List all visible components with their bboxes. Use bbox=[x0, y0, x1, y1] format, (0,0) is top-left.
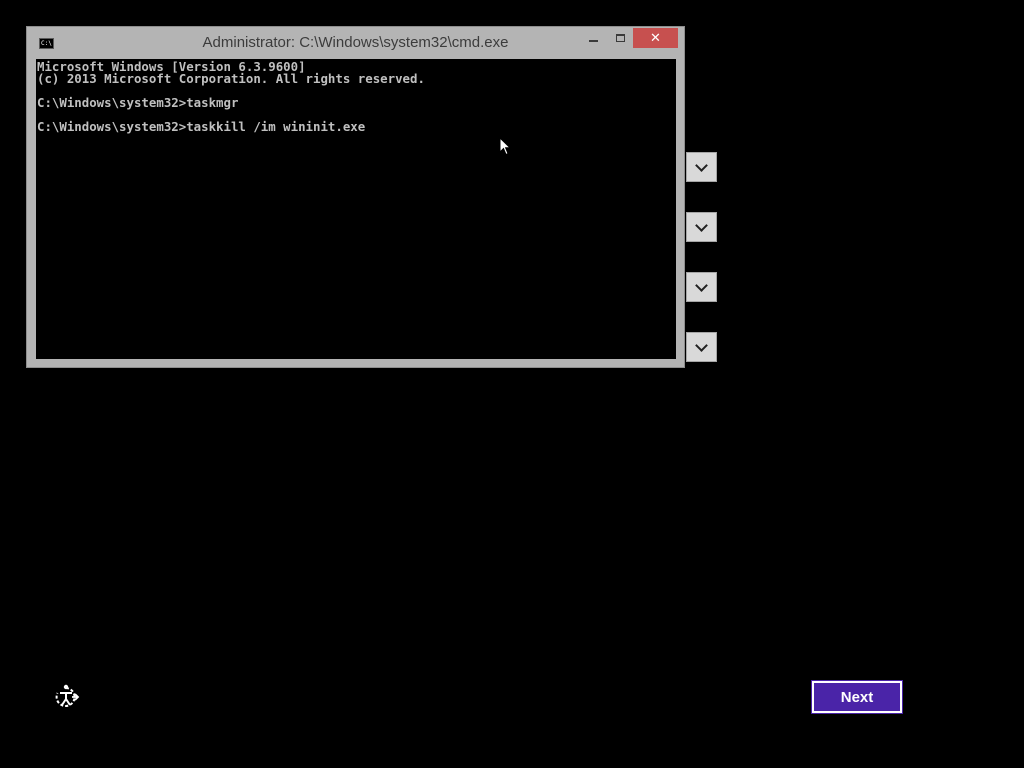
close-button[interactable]: ✕ bbox=[633, 28, 678, 48]
chevron-down-icon bbox=[695, 158, 708, 172]
close-icon: ✕ bbox=[650, 30, 661, 46]
dropdown-button-4[interactable] bbox=[686, 332, 717, 362]
next-button[interactable]: Next bbox=[811, 680, 903, 714]
cmd-window: C:\ Administrator: C:\Windows\system32\c… bbox=[26, 26, 685, 368]
maximize-icon bbox=[616, 34, 625, 42]
ease-of-access-icon[interactable] bbox=[52, 684, 80, 710]
dropdown-button-3[interactable] bbox=[686, 272, 717, 302]
title-bar[interactable]: C:\ Administrator: C:\Windows\system32\c… bbox=[27, 27, 684, 59]
chevron-down-icon bbox=[695, 338, 708, 352]
maximize-button[interactable] bbox=[607, 28, 634, 48]
setup-screen: C:\ Administrator: C:\Windows\system32\c… bbox=[0, 0, 1024, 768]
chevron-down-icon bbox=[695, 218, 708, 232]
dropdown-button-1[interactable] bbox=[686, 152, 717, 182]
console-line: C:\Windows\system32>taskmgr bbox=[37, 95, 239, 110]
console-line: (c) 2013 Microsoft Corporation. All righ… bbox=[37, 71, 425, 86]
minimize-icon bbox=[589, 40, 598, 42]
console-output[interactable]: Microsoft Windows [Version 6.3.9600] (c)… bbox=[36, 59, 677, 359]
dropdown-button-2[interactable] bbox=[686, 212, 717, 242]
console-scrollbar[interactable] bbox=[676, 59, 684, 359]
console-line: C:\Windows\system32>taskkill /im wininit… bbox=[37, 119, 366, 134]
mouse-cursor-icon bbox=[499, 136, 512, 156]
chevron-down-icon bbox=[695, 278, 708, 292]
minimize-button[interactable] bbox=[580, 28, 607, 48]
